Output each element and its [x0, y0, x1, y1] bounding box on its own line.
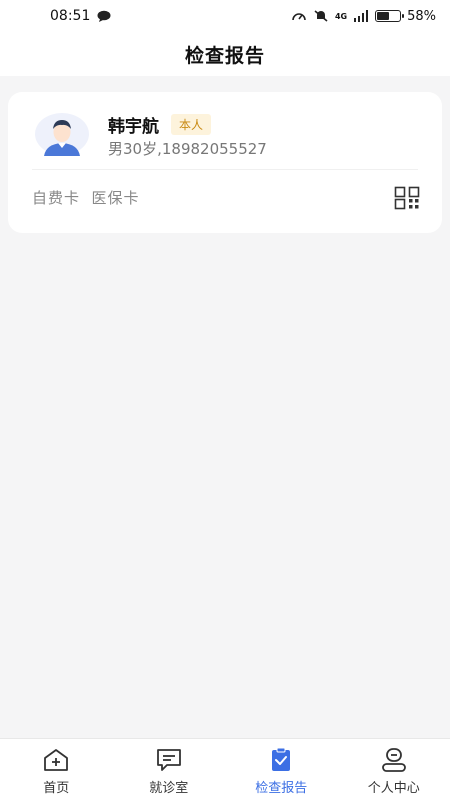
tab-label: 个人中心 [367, 781, 420, 796]
message-icon [97, 10, 111, 22]
status-bar: 08:51 4G 58% [0, 0, 450, 32]
tab-label: 就诊室 [149, 781, 189, 796]
header: 检查报告 [0, 32, 450, 76]
bottom-tab-bar: 首页 就诊室 检查报告 个人中心 [0, 738, 450, 800]
status-bar-left: 08:51 [50, 8, 112, 24]
tab-label: 首页 [43, 781, 70, 796]
tab-label: 检查报告 [255, 781, 308, 796]
avatar [35, 113, 89, 156]
tab-home[interactable]: 首页 [0, 739, 113, 800]
signal-icon [354, 10, 369, 22]
status-bar-right: 4G 58% [291, 9, 436, 24]
page-title: 检查报告 [184, 44, 265, 67]
status-time: 08:51 [50, 8, 91, 24]
home-icon [44, 749, 69, 771]
name-row: 韩宇航 本人 [108, 112, 212, 137]
patient-details: 男30岁,18982055527 [108, 140, 267, 158]
qr-code-icon[interactable] [394, 186, 420, 210]
speedometer-icon [292, 13, 306, 21]
battery-icon [375, 10, 405, 22]
network-type: 4G [334, 11, 348, 21]
battery-percent: 58% [407, 8, 436, 24]
user-icon [381, 748, 406, 772]
bell-muted-icon [314, 10, 328, 22]
tab-reports[interactable]: 检查报告 [225, 739, 338, 800]
card-types: 自费卡 医保卡 [32, 189, 140, 207]
relation-badge: 本人 [171, 114, 212, 135]
chat-icon [156, 749, 181, 771]
tab-profile[interactable]: 个人中心 [338, 739, 450, 800]
patient-card[interactable]: 韩宇航 本人 男30岁,18982055527 自费卡 医保卡 [8, 92, 442, 233]
patient-name: 韩宇航 [108, 117, 159, 137]
divider [32, 169, 418, 170]
tab-clinic[interactable]: 就诊室 [113, 739, 226, 800]
clipboard-check-icon [272, 747, 291, 771]
